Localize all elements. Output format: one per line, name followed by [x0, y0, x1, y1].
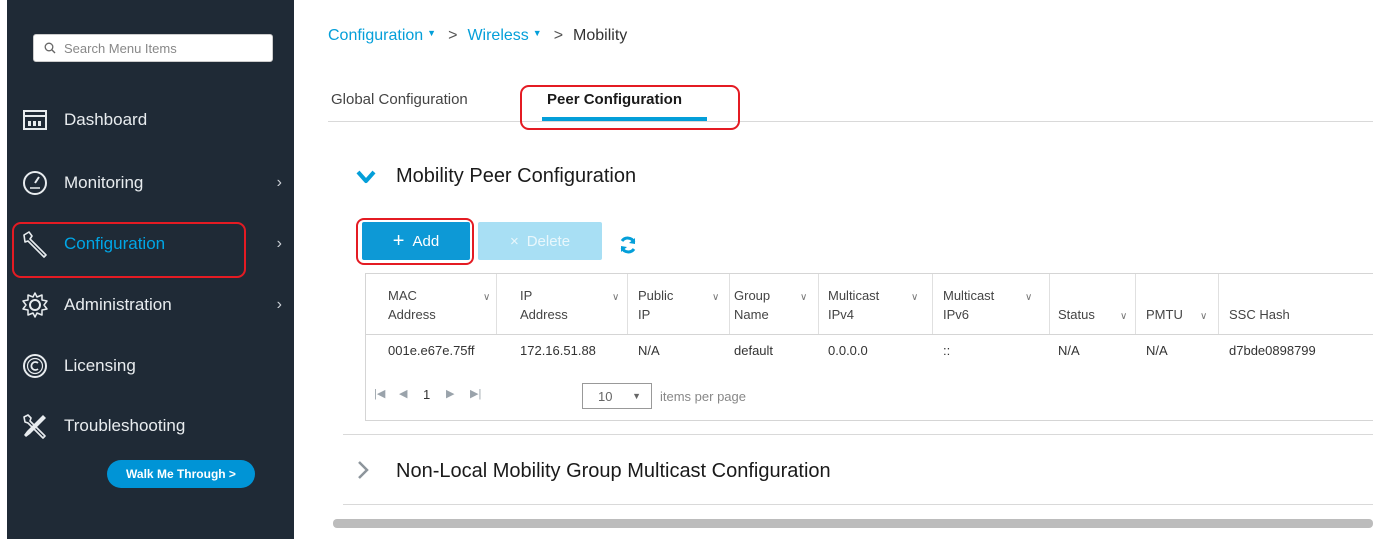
chevron-down-icon[interactable]	[356, 170, 376, 184]
peer-tab-highlight	[520, 85, 740, 130]
column-header-status[interactable]: Status ∨	[1050, 274, 1136, 334]
sidebar-item-label: Troubleshooting	[64, 416, 186, 435]
breadcrumb-wireless[interactable]: Wireless	[467, 27, 528, 45]
configuration-highlight	[12, 222, 246, 278]
column-header-group[interactable]: Group Name ∨	[730, 274, 819, 334]
sort-icon[interactable]: ∨	[911, 288, 918, 307]
column-header-ip[interactable]: IP Address ∨	[497, 274, 628, 334]
sidebar-item-monitoring[interactable]: Monitoring ›	[20, 163, 290, 203]
caret-down-icon: ▼	[632, 391, 641, 401]
cell-status: N/A	[1058, 343, 1080, 358]
sidebar-item-label: Administration	[64, 295, 172, 314]
caret-down-icon[interactable]: ▼	[427, 28, 436, 38]
copyright-icon	[20, 351, 50, 381]
add-highlight	[356, 218, 474, 265]
sort-icon[interactable]: ∨	[712, 288, 719, 307]
tools-icon	[20, 411, 50, 441]
prev-page-icon[interactable]: ◀	[399, 387, 407, 400]
monitoring-icon	[20, 168, 50, 198]
close-icon: ×	[509, 232, 519, 250]
search-box[interactable]	[33, 34, 273, 62]
column-header-multicast-ipv6[interactable]: Multicast IPv6 ∨	[933, 274, 1050, 334]
breadcrumb-separator: >	[448, 27, 458, 44]
section-divider	[343, 504, 1373, 505]
dashboard-icon	[20, 105, 50, 135]
chevron-right-icon[interactable]	[357, 460, 369, 480]
search-input[interactable]	[62, 39, 256, 57]
sidebar-item-administration[interactable]: Administration ›	[20, 285, 290, 325]
breadcrumb-configuration[interactable]: Configuration	[328, 27, 423, 45]
caret-down-icon[interactable]: ▼	[533, 28, 542, 38]
sort-icon[interactable]: ∨	[483, 288, 490, 307]
horizontal-scrollbar[interactable]	[333, 519, 1373, 528]
chevron-right-icon: ›	[276, 235, 282, 252]
chevron-right-icon: ›	[276, 296, 282, 313]
delete-button[interactable]: × Delete	[478, 222, 602, 260]
peer-table: MAC Address ∨ IP Address ∨ Public IP ∨ G…	[365, 273, 1373, 421]
cell-multicast-ipv6: ::	[943, 343, 951, 358]
cell-ssc-hash: d7bde0898799	[1229, 343, 1316, 358]
sidebar: Dashboard Monitoring › Configuration › A…	[0, 0, 294, 539]
column-header-pmtu[interactable]: PMTU ∨	[1136, 274, 1219, 334]
column-header-ssc-hash[interactable]: SSC Hash	[1219, 274, 1373, 334]
sidebar-item-licensing[interactable]: Licensing	[20, 346, 290, 386]
chevron-right-icon: ›	[276, 174, 282, 191]
column-header-multicast-ipv4[interactable]: Multicast IPv4 ∨	[819, 274, 933, 334]
sidebar-item-label: Licensing	[64, 356, 136, 375]
section-title-peer[interactable]: Mobility Peer Configuration	[396, 165, 636, 188]
cell-public-ip: N/A	[638, 343, 660, 358]
last-page-icon[interactable]: ▶|	[470, 387, 481, 400]
sort-icon[interactable]: ∨	[1120, 307, 1127, 326]
pager: |◀ ◀ 1 ▶ ▶| 10 ▼ items per page	[366, 383, 966, 409]
cell-mac: 001e.e67e.75ff	[388, 343, 475, 358]
cell-multicast-ipv4: 0.0.0.0	[828, 343, 868, 358]
sort-icon[interactable]: ∨	[800, 288, 807, 307]
table-header-divider	[366, 334, 1373, 335]
walk-me-through-button[interactable]: Walk Me Through >	[107, 460, 255, 488]
sort-icon[interactable]: ∨	[612, 288, 619, 307]
delete-label: Delete	[526, 232, 571, 250]
search-icon	[44, 42, 56, 54]
section-title-non-local[interactable]: Non-Local Mobility Group Multicast Confi…	[396, 460, 831, 483]
current-page: 1	[423, 387, 431, 402]
breadcrumb: Configuration ▼ > Wireless ▼ > Mobility	[328, 27, 627, 45]
sidebar-item-troubleshooting[interactable]: Troubleshooting	[20, 406, 290, 446]
refresh-icon[interactable]	[618, 235, 638, 255]
column-header-mac[interactable]: MAC Address ∨	[366, 274, 497, 334]
sort-icon[interactable]: ∨	[1200, 307, 1207, 326]
cell-ip: 172.16.51.88	[520, 343, 596, 358]
sidebar-item-label: Dashboard	[64, 110, 148, 129]
column-header-public-ip[interactable]: Public IP ∨	[628, 274, 730, 334]
next-page-icon[interactable]: ▶	[446, 387, 454, 400]
tabs-divider	[328, 121, 1373, 122]
breadcrumb-mobility: Mobility	[573, 27, 628, 44]
cell-pmtu: N/A	[1146, 343, 1168, 358]
tab-global-configuration[interactable]: Global Configuration	[331, 91, 468, 108]
first-page-icon[interactable]: |◀	[374, 387, 385, 400]
cell-group-name: default	[734, 343, 774, 358]
breadcrumb-separator: >	[553, 27, 564, 44]
section-divider	[343, 434, 1373, 435]
sidebar-item-label: Monitoring	[64, 173, 144, 192]
items-per-page-select[interactable]: 10 ▼	[582, 383, 652, 409]
sort-icon[interactable]: ∨	[1025, 288, 1032, 307]
gear-icon	[20, 290, 50, 320]
items-per-page-label: items per page	[660, 389, 746, 404]
sidebar-item-dashboard[interactable]: Dashboard	[20, 100, 290, 140]
